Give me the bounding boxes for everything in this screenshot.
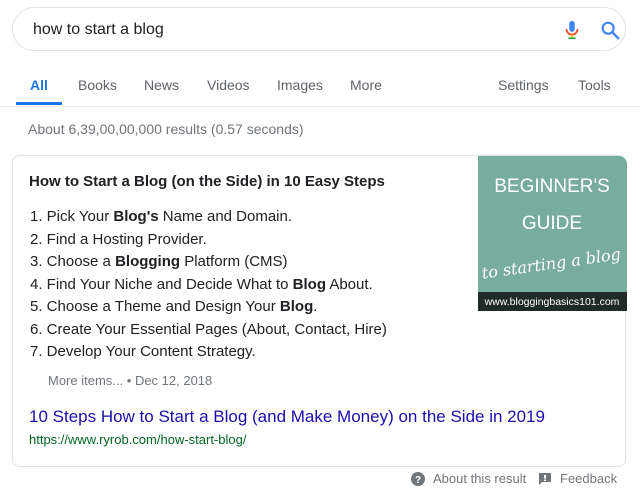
feedback-icon [539, 472, 551, 485]
about-result-label: About this result [433, 471, 527, 486]
featured-snippet: How to Start a Blog (on the Side) in 10 … [12, 155, 627, 467]
search-tabs: All Books News Videos Images More Settin… [0, 66, 640, 107]
about-result-button[interactable]: ? About this result [411, 471, 526, 486]
feedback-label: Feedback [560, 471, 618, 486]
result-url[interactable]: https://www.ryrob.com/how-start-blog/ [29, 432, 246, 447]
search-icon[interactable] [599, 19, 621, 41]
list-item: 2. Find a Hosting Provider. [30, 230, 207, 248]
list-item: 3. Choose a Blogging Platform (CMS) [30, 253, 288, 270]
active-tab-indicator [16, 102, 62, 105]
result-stats: About 6,39,00,00,000 results (0.57 secon… [28, 121, 304, 137]
help-icon: ? [411, 471, 425, 486]
svg-text:?: ? [415, 475, 421, 486]
tab-settings[interactable]: Settings [498, 77, 549, 93]
thumbnail-line2: GUIDE [522, 213, 582, 234]
thumbnail-site: www.bloggingbasics101.com [484, 296, 620, 308]
more-items-row: More items... • Dec 12, 2018 [48, 373, 212, 388]
tab-news[interactable]: News [144, 77, 179, 93]
snippet-title: How to Start a Blog (on the Side) in 10 … [29, 173, 385, 190]
search-input[interactable] [33, 19, 533, 41]
search-bar[interactable] [12, 7, 626, 51]
snippet-thumbnail[interactable]: BEGINNER'S GUIDE to starting a blog www.… [478, 156, 627, 311]
list-item: 4. Find Your Niche and Decide What to Bl… [30, 275, 373, 293]
thumbnail-line1: BEGINNER'S [494, 176, 610, 197]
list-item: 7. Develop Your Content Strategy. [30, 343, 256, 360]
snippet-date: Dec 12, 2018 [134, 373, 213, 388]
feedback-button[interactable]: Feedback [538, 471, 617, 486]
tab-images[interactable]: Images [277, 77, 323, 93]
microphone-icon[interactable] [561, 19, 583, 41]
tab-more[interactable]: More [350, 77, 382, 93]
list-item: 5. Choose a Theme and Design Your Blog. [30, 298, 318, 315]
separator-dot: • [126, 373, 132, 388]
list-item: 1. Pick Your Blog's Name and Domain. [30, 208, 293, 225]
tab-all[interactable]: All [30, 77, 48, 93]
thumbnail-image: BEGINNER'S GUIDE to starting a blog www.… [478, 156, 627, 311]
list-item: 6. Create Your Essential Pages (About, C… [30, 320, 387, 338]
more-items-link[interactable]: More items... [48, 373, 123, 388]
result-title-link[interactable]: 10 Steps How to Start a Blog (and Make M… [29, 407, 545, 427]
steps-list: 1. Pick Your Blog's Name and Domain. 2. … [30, 206, 387, 364]
tab-books[interactable]: Books [78, 77, 117, 93]
tab-videos[interactable]: Videos [207, 77, 250, 93]
tab-tools[interactable]: Tools [578, 77, 611, 93]
